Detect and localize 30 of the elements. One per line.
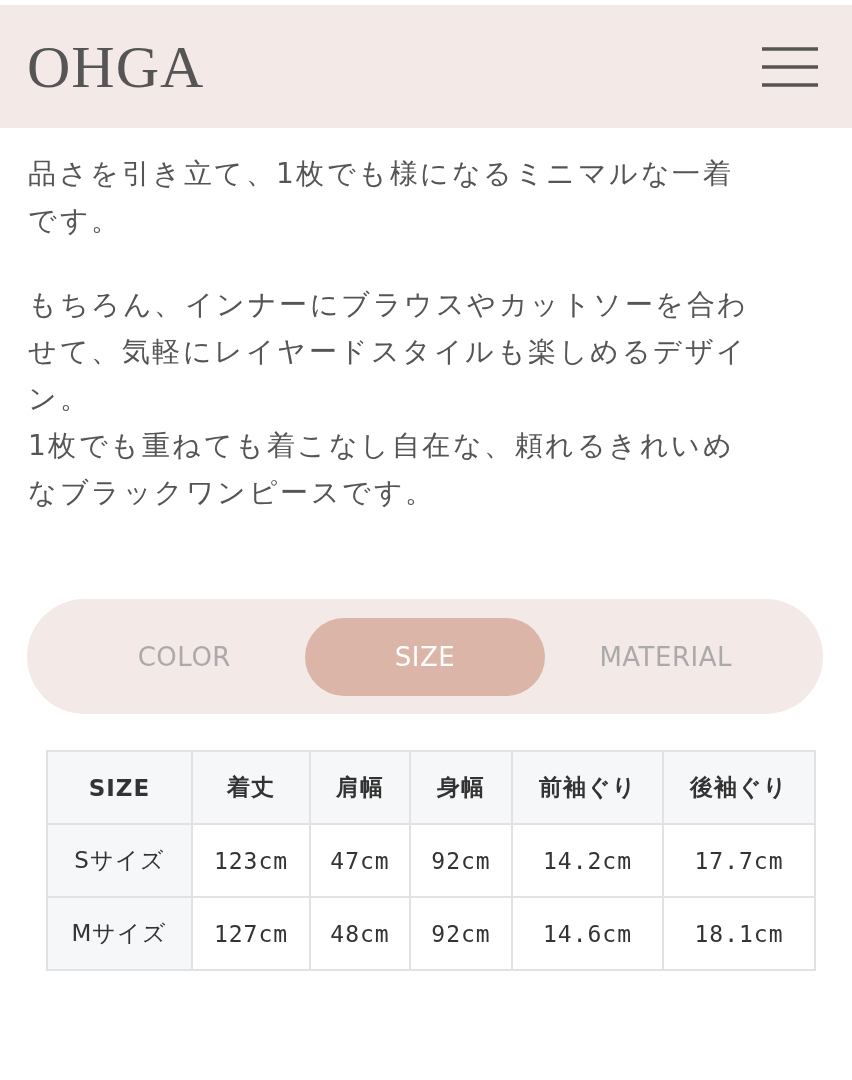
- column-header: 前袖ぐり: [512, 751, 663, 824]
- table-cell: 92cm: [410, 897, 512, 970]
- column-header: 後袖ぐり: [663, 751, 815, 824]
- column-header: 身幅: [410, 751, 512, 824]
- description-text: なブラックワンピースです。: [28, 475, 436, 511]
- column-header: 着丈: [192, 751, 310, 824]
- description-text: もちろん、インナーにブラウスやカットソーを合わ: [28, 287, 749, 323]
- table-cell: 48cm: [310, 897, 410, 970]
- description-text: せて、気軽にレイヤードスタイルも楽しめるデザイ: [28, 334, 748, 370]
- table-cell: 127cm: [192, 897, 310, 970]
- menu-icon[interactable]: [762, 44, 818, 89]
- table-cell: 123cm: [192, 824, 310, 897]
- table-cell: 17.7cm: [663, 824, 815, 897]
- tab[interactable]: SIZE: [304, 617, 546, 696]
- tab[interactable]: MATERIAL: [545, 617, 786, 696]
- column-header: SIZE: [47, 751, 192, 824]
- tab[interactable]: COLOR: [64, 617, 305, 696]
- logo[interactable]: OHGA: [27, 36, 205, 97]
- table-cell: 18.1cm: [663, 897, 815, 970]
- table-cell: 14.6cm: [512, 897, 663, 970]
- description-text: 品さを引き立て、1枚でも様になるミニマルな一着: [28, 156, 734, 192]
- row-header: Mサイズ: [47, 897, 192, 970]
- description-text: ン。: [28, 381, 90, 417]
- row-header: Sサイズ: [47, 824, 192, 897]
- table-cell: 92cm: [410, 824, 512, 897]
- table-cell: 14.2cm: [512, 824, 663, 897]
- column-header: 肩幅: [310, 751, 410, 824]
- description-text: です。: [28, 203, 122, 239]
- table-cell: 47cm: [310, 824, 410, 897]
- description-text: 1枚でも重ねても着こなし自在な、頼れるきれいめ: [28, 428, 735, 464]
